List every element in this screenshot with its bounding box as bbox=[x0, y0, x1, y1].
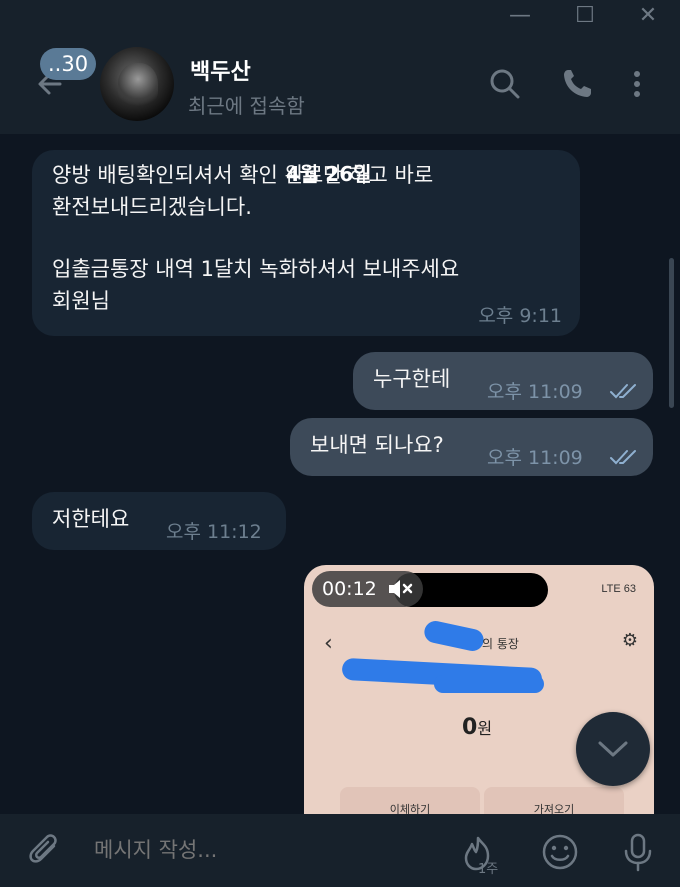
window-titlebar: — ☐ ✕ bbox=[0, 0, 680, 34]
search-icon[interactable] bbox=[488, 66, 522, 102]
phone-balance-unit: 원 bbox=[477, 719, 493, 738]
scroll-to-bottom-button[interactable] bbox=[576, 712, 650, 786]
phone-import-button: 가져오기 bbox=[484, 787, 624, 814]
outgoing-message[interactable]: 보내면 되나요? 오후 11:09 bbox=[290, 418, 653, 476]
chat-header: ..30 백두산 최근에 접속함 bbox=[0, 34, 680, 134]
message-time: 오후 11:12 bbox=[166, 521, 262, 543]
date-separator: 4월 26일 bbox=[286, 161, 372, 186]
contact-status: 최근에 접속함 bbox=[188, 94, 305, 118]
phone-balance: 0원 bbox=[462, 715, 492, 740]
video-duration[interactable]: 00:12 bbox=[312, 571, 423, 607]
phone-transfer-button: 이체하기 bbox=[340, 787, 480, 814]
phone-back-icon: ‹ bbox=[324, 631, 333, 656]
chevron-down-icon bbox=[598, 741, 628, 757]
message-time: 오후 9:11 bbox=[478, 304, 562, 327]
muted-speaker-icon[interactable] bbox=[387, 578, 413, 600]
phone-balance-value: 0 bbox=[462, 715, 478, 740]
phone-settings-icon: ⚙ bbox=[621, 630, 638, 651]
outgoing-message[interactable]: 누구한테 오후 11:09 bbox=[353, 352, 653, 410]
message-input[interactable] bbox=[94, 838, 434, 862]
contact-name[interactable]: 백두산 bbox=[190, 54, 251, 86]
read-checkmarks-icon bbox=[610, 450, 636, 465]
paperclip-icon[interactable] bbox=[26, 832, 66, 872]
phone-account-title: 의 통장 bbox=[482, 637, 519, 651]
message-text-line: 환전보내드리겠습니다. bbox=[52, 194, 252, 219]
emoji-icon[interactable] bbox=[540, 832, 580, 872]
more-options-icon[interactable] bbox=[620, 66, 654, 102]
unread-count-badge[interactable]: ..30 bbox=[40, 48, 97, 80]
avatar[interactable] bbox=[100, 47, 174, 121]
video-duration-text: 00:12 bbox=[322, 578, 377, 600]
minimize-button[interactable]: — bbox=[500, 2, 540, 30]
message-time: 오후 11:09 bbox=[487, 447, 583, 469]
scrollbar[interactable] bbox=[669, 258, 674, 408]
message-text-line bbox=[52, 223, 562, 254]
phone-signal-status: LTE 63 bbox=[601, 583, 636, 595]
microphone-icon[interactable] bbox=[618, 832, 658, 872]
message-text: 보내면 되나요? bbox=[310, 433, 444, 457]
message-time: 오후 11:09 bbox=[487, 381, 583, 403]
phone-icon[interactable] bbox=[560, 66, 594, 102]
timer-label: 1주 bbox=[478, 862, 499, 877]
message-list[interactable]: 양방 배팅확인되셔서 확인 완료만 하고 바로 환전보내드리겠습니다. 입출금통… bbox=[0, 134, 680, 814]
message-text-line: 입출금통장 내역 1달치 녹화하셔서 보내주세요 bbox=[52, 257, 460, 281]
message-composer: 1주 bbox=[0, 814, 680, 887]
telegram-window: — ☐ ✕ ..30 백두산 최근에 접속함 양방 배팅확인되셔서 확인 완료만… bbox=[0, 0, 680, 887]
read-checkmarks-icon bbox=[610, 384, 636, 399]
incoming-message[interactable]: 저한테요 오후 11:12 bbox=[32, 492, 286, 550]
maximize-button[interactable]: ☐ bbox=[565, 2, 605, 30]
redaction-mark bbox=[434, 675, 544, 693]
close-button[interactable]: ✕ bbox=[628, 2, 668, 30]
